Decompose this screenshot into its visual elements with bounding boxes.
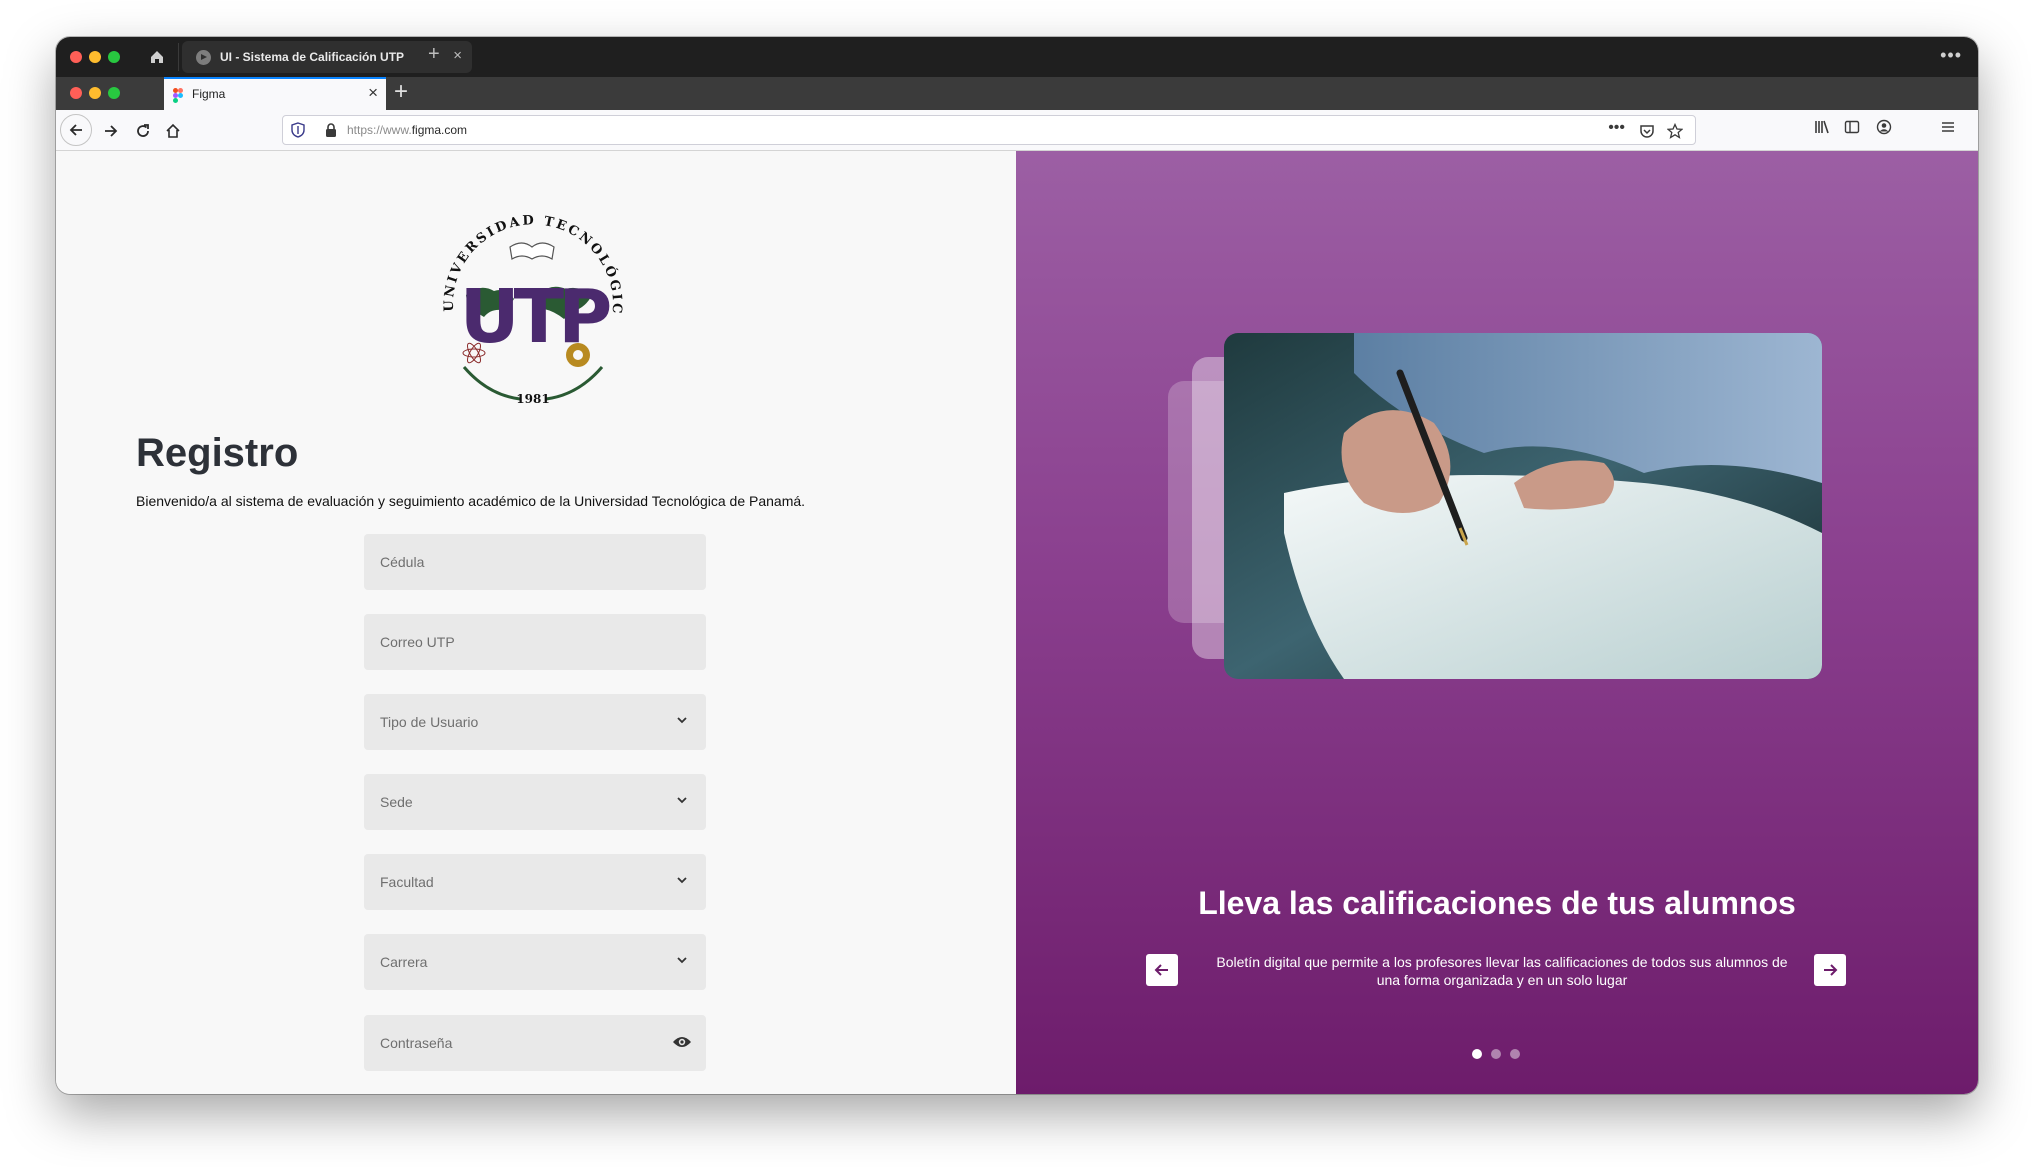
minimize-window-button[interactable]: [89, 51, 101, 63]
registration-panel: UNIVERSIDAD TECNOLÓGICA DE PANAMÁ UTP: [56, 151, 1016, 1094]
close-window-button[interactable]: [70, 51, 82, 63]
campus-select[interactable]: Sede: [364, 774, 706, 830]
logo-monogram: UTP: [460, 274, 611, 360]
page-title: Registro: [136, 431, 299, 475]
faculty-select[interactable]: Facultad: [364, 854, 706, 910]
chevron-down-icon: [677, 797, 687, 804]
eye-icon[interactable]: [672, 1035, 692, 1049]
pocket-icon[interactable]: [1639, 119, 1655, 144]
home-icon[interactable]: [146, 46, 168, 68]
field-placeholder: Sede: [380, 794, 413, 810]
forward-button[interactable]: [96, 116, 126, 146]
chevron-down-icon: [677, 717, 687, 724]
lock-icon[interactable]: [325, 122, 337, 138]
url-bar[interactable]: https://www.figma.com •••: [282, 115, 1696, 145]
play-icon: [196, 50, 211, 65]
field-placeholder: Cédula: [380, 554, 425, 570]
maximize-window-button[interactable]: [108, 87, 120, 99]
page-content: UNIVERSIDAD TECNOLÓGICA DE PANAMÁ UTP: [56, 151, 1978, 1094]
logo-year: 1981: [516, 392, 549, 406]
pagination-dot-active[interactable]: [1472, 1049, 1482, 1059]
field-placeholder: Facultad: [380, 874, 434, 890]
carousel-prev-button[interactable]: [1146, 954, 1178, 986]
browser-tab-bar: Figma × +: [56, 77, 1978, 110]
carousel-image: [1224, 333, 1822, 679]
library-icon[interactable]: [1814, 119, 1832, 140]
sidebar-icon[interactable]: [1844, 119, 1860, 140]
field-placeholder: Carrera: [380, 954, 428, 970]
back-button[interactable]: [60, 114, 92, 146]
chevron-down-icon: [677, 877, 687, 884]
minimize-window-button[interactable]: [89, 87, 101, 99]
close-window-button[interactable]: [70, 87, 82, 99]
divider: [178, 43, 179, 71]
maximize-window-button[interactable]: [108, 51, 120, 63]
browser-tab-figma[interactable]: Figma ×: [164, 77, 386, 110]
new-tab-button[interactable]: +: [394, 78, 408, 106]
figma-icon: [173, 88, 183, 103]
tab-title: Figma: [192, 87, 226, 101]
arrow-left-icon: [1154, 964, 1168, 976]
close-icon[interactable]: ×: [368, 83, 378, 103]
new-tab-button[interactable]: +: [428, 43, 440, 66]
os-title-bar: UI - Sistema de Calificación UTP × + •••: [56, 37, 1978, 77]
close-icon[interactable]: ×: [453, 47, 462, 64]
url-text[interactable]: https://www.figma.com: [347, 123, 467, 137]
career-select[interactable]: Carrera: [364, 934, 706, 990]
page-actions-icon[interactable]: •••: [1608, 119, 1625, 137]
reload-icon[interactable]: [128, 116, 158, 146]
carousel-headline: Lleva las calificaciones de tus alumnos: [1198, 885, 1796, 921]
shield-icon[interactable]: [291, 122, 305, 138]
menu-icon[interactable]: [1940, 119, 1956, 140]
carousel-description: Boletín digital que permite a los profes…: [1216, 954, 1788, 988]
field-placeholder: Correo UTP: [380, 634, 455, 650]
os-tab-title: UI - Sistema de Calificación UTP: [220, 50, 405, 64]
bookmark-star-icon[interactable]: [1666, 119, 1684, 144]
email-field[interactable]: Correo UTP: [364, 614, 706, 670]
utp-logo: UNIVERSIDAD TECNOLÓGICA DE PANAMÁ UTP: [428, 199, 622, 406]
pagination-dot[interactable]: [1491, 1049, 1501, 1059]
page-subtitle: Bienvenido/a al sistema de evaluación y …: [136, 493, 806, 509]
browser-window: UI - Sistema de Calificación UTP × + •••…: [56, 37, 1978, 1094]
account-icon[interactable]: [1876, 119, 1892, 140]
chevron-down-icon: [677, 957, 687, 964]
field-placeholder: Tipo de Usuario: [380, 714, 479, 730]
navigation-toolbar: https://www.figma.com •••: [56, 110, 1978, 151]
carousel-panel: Lleva las calificaciones de tus alumnos …: [1016, 151, 1978, 1094]
pagination-dot[interactable]: [1510, 1049, 1520, 1059]
cedula-field[interactable]: Cédula: [364, 534, 706, 590]
password-field[interactable]: Contraseña: [364, 1015, 706, 1071]
arrow-right-icon: [1824, 964, 1838, 976]
more-icon[interactable]: •••: [1940, 45, 1962, 66]
field-placeholder: Contraseña: [380, 1035, 453, 1051]
carousel-next-button[interactable]: [1814, 954, 1846, 986]
user-type-select[interactable]: Tipo de Usuario: [364, 694, 706, 750]
home-icon[interactable]: [158, 116, 188, 146]
